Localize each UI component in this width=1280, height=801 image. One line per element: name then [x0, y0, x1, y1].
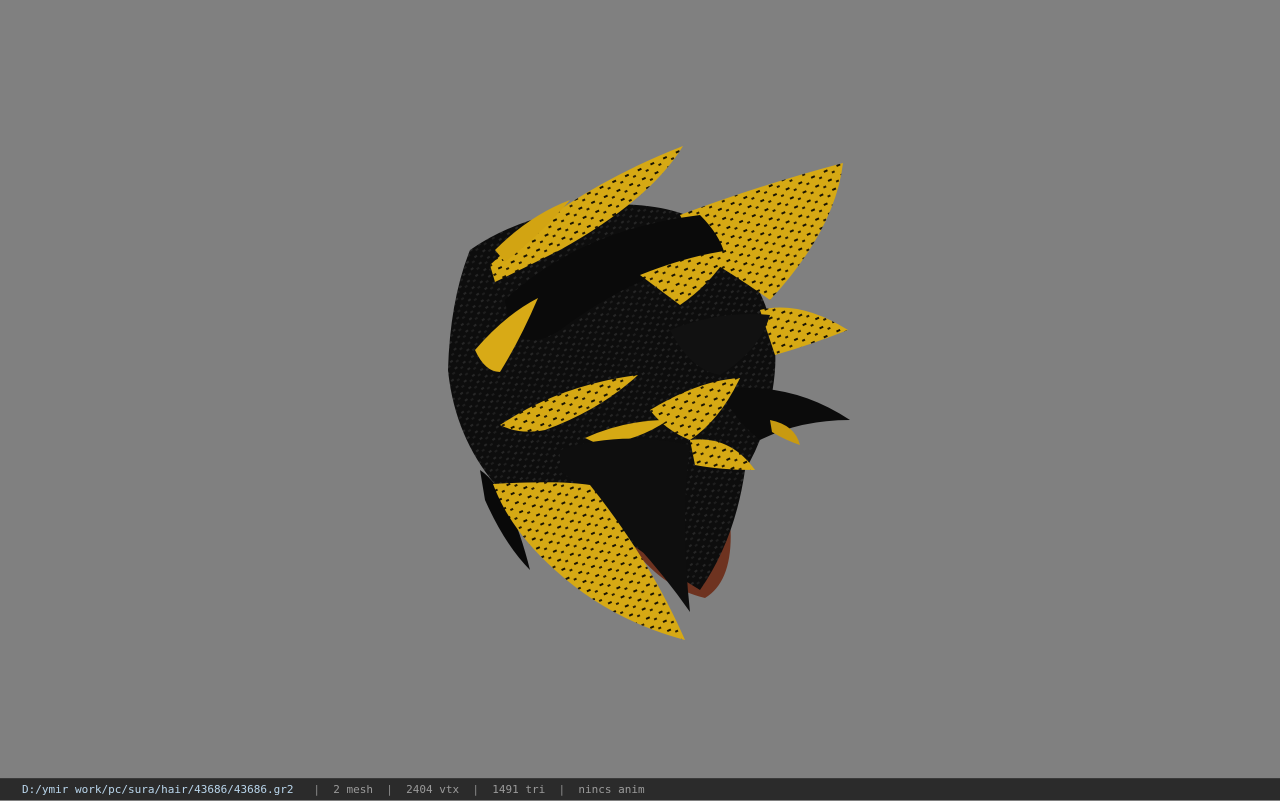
status-triangle-count: 1491 tri	[492, 783, 546, 796]
status-bar: D:/ymir work/pc/sura/hair/43686/43686.gr…	[0, 778, 1280, 800]
hair-model-render[interactable]	[0, 0, 1280, 778]
gold-spike-right	[760, 307, 848, 355]
status-separator: |	[386, 783, 393, 796]
status-anim: nincs anim	[578, 783, 645, 796]
status-file-path: D:/ymir work/pc/sura/hair/43686/43686.gr…	[22, 783, 294, 796]
status-mesh-count: 2 mesh	[333, 783, 374, 796]
3d-viewport[interactable]	[0, 0, 1280, 778]
status-vertex-count: 2404 vtx	[406, 783, 460, 796]
status-separator: |	[472, 783, 480, 796]
status-separator: |	[313, 783, 321, 796]
status-separator: |	[558, 783, 566, 796]
